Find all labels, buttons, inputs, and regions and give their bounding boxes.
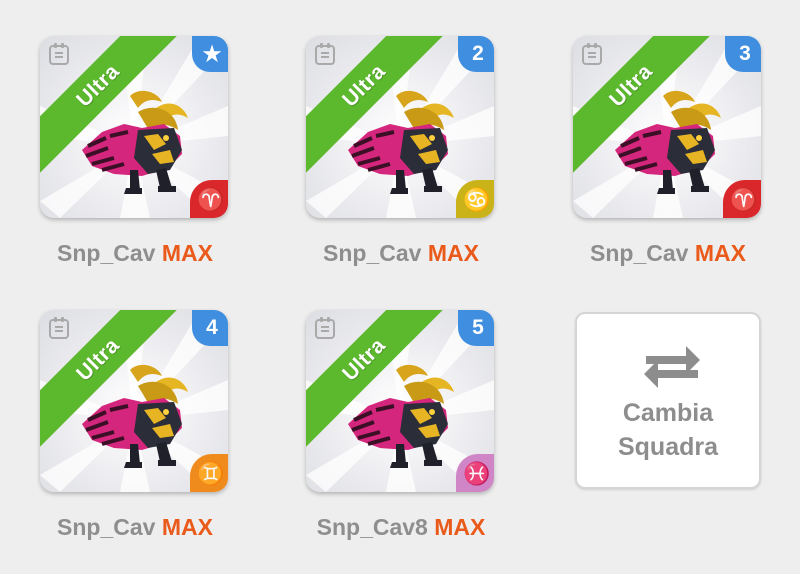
monster-name: Snp_Cav <box>323 240 422 266</box>
notes-icon[interactable] <box>49 317 69 339</box>
switch-team-label-line2: Squadra <box>617 433 719 461</box>
monster-level: MAX <box>427 240 479 266</box>
team-position-badge: 3 <box>725 36 761 72</box>
swap-arrows-icon <box>644 346 700 388</box>
aries-icon: ♈ <box>723 180 761 218</box>
team-position-badge: ★ <box>192 36 228 72</box>
switch-team-button[interactable]: Cambia Squadra <box>575 312 761 489</box>
monster-card[interactable]: Ultra 5 ♓ <box>306 310 494 492</box>
notes-icon[interactable] <box>582 43 602 65</box>
notes-icon[interactable] <box>49 43 69 65</box>
monster-label: Snp_Cav MAX <box>40 514 230 541</box>
team-position-badge: 2 <box>458 36 494 72</box>
gemini-icon: ♊ <box>190 454 228 492</box>
team-position-badge: 5 <box>458 310 494 346</box>
monster-card[interactable]: Ultra 4 ♊ <box>40 310 228 492</box>
notes-icon[interactable] <box>315 317 335 339</box>
monster-label: Snp_Cav MAX <box>573 240 763 267</box>
cancer-icon: ♋ <box>456 180 494 218</box>
monster-card[interactable]: Ultra 3 ♈ <box>573 36 761 218</box>
aries-icon: ♈ <box>190 180 228 218</box>
monster-name: Snp_Cav <box>590 240 689 266</box>
monster-label: Snp_Cav8 MAX <box>306 514 496 541</box>
monster-name: Snp_Cav <box>57 240 156 266</box>
monster-level: MAX <box>161 240 213 266</box>
monster-name: Snp_Cav <box>57 514 156 540</box>
monster-card[interactable]: Ultra 2 ♋ <box>306 36 494 218</box>
notes-icon[interactable] <box>315 43 335 65</box>
monster-label: Snp_Cav MAX <box>40 240 230 267</box>
switch-team-label-line1: Cambia <box>622 399 714 427</box>
monster-level: MAX <box>694 240 746 266</box>
pisces-icon: ♓ <box>456 454 494 492</box>
monster-level: MAX <box>161 514 213 540</box>
monster-label: Snp_Cav MAX <box>306 240 496 267</box>
monster-level: MAX <box>434 514 486 540</box>
team-position-badge: 4 <box>192 310 228 346</box>
monster-name: Snp_Cav8 <box>316 514 428 540</box>
monster-card[interactable]: Ultra ★ ♈ <box>40 36 228 218</box>
